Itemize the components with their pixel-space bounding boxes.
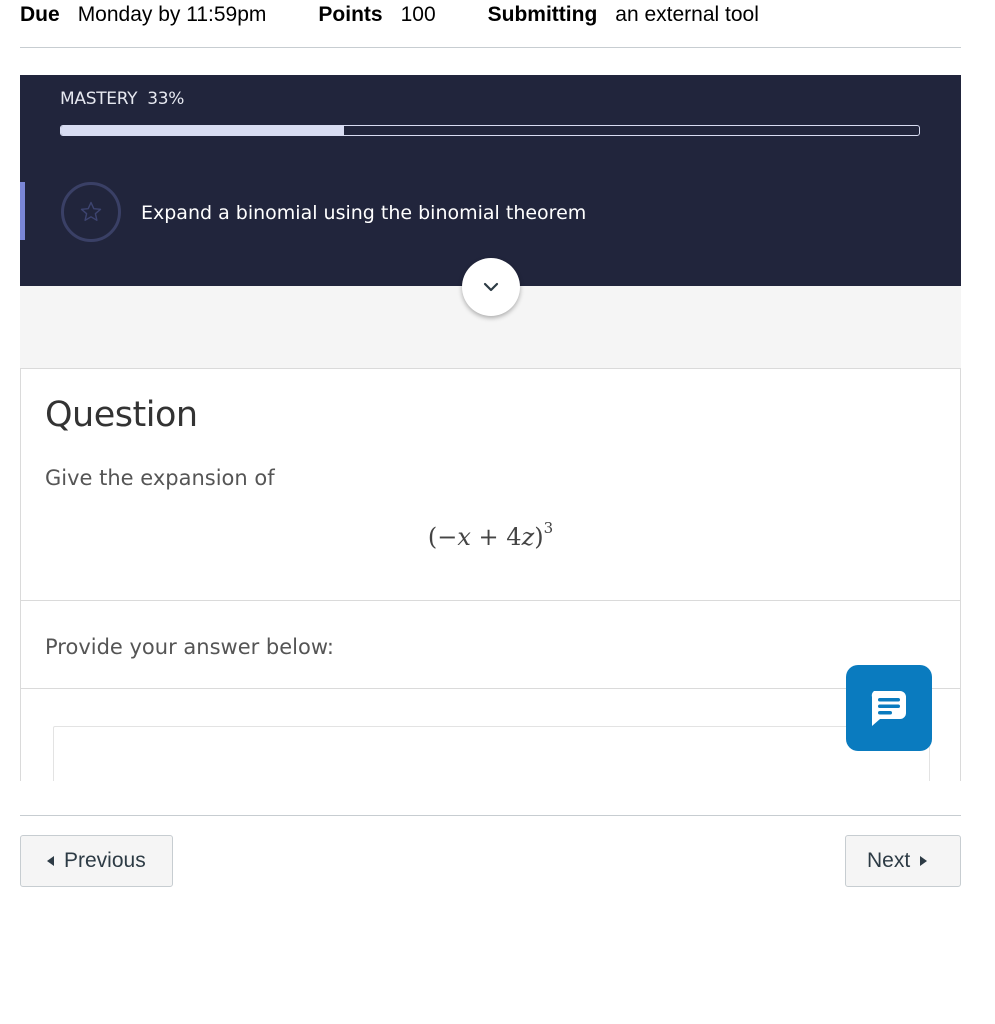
expr-open-paren: ( [427, 523, 438, 551]
expr-close-paren: ) [534, 523, 544, 551]
points-label: Points [318, 3, 383, 26]
answer-input[interactable] [53, 726, 930, 781]
answer-label: Provide your answer below: [45, 635, 334, 659]
active-objective-marker [20, 182, 25, 240]
submitting-value: an external tool [615, 3, 759, 26]
previous-label: Previous [64, 849, 146, 872]
next-button[interactable]: Next [845, 835, 961, 887]
question-card: Question Give the expansion of (−x + 4z)… [20, 368, 961, 781]
due-label: Due [20, 3, 60, 26]
mastery-progress-fill [61, 126, 345, 135]
expr-coefficient: 4 [506, 523, 522, 551]
points-value: 100 [400, 3, 436, 26]
question-heading: Question [45, 395, 198, 435]
expr-plus: + [478, 523, 499, 551]
next-label: Next [867, 849, 911, 872]
meta-divider [20, 47, 961, 48]
mastery-title: MASTERY 33% [60, 89, 194, 109]
assignment-meta: Due Monday by 11:59pm Points 100 Submitt… [20, 0, 759, 30]
mastery-progress-bar [60, 125, 920, 136]
star-icon [61, 182, 121, 242]
expr-var-z: z [521, 523, 535, 551]
objective-text[interactable]: Expand a binomial using the binomial the… [141, 202, 586, 224]
chat-button[interactable] [846, 665, 932, 751]
expr-exponent: 3 [543, 519, 554, 537]
expr-minus: − [437, 523, 458, 551]
question-expression: (−x + 4z)3 [21, 519, 960, 551]
chat-bubble-icon [871, 691, 906, 726]
mastery-panel: MASTERY 33% Expand a binomial using the b… [20, 75, 961, 286]
submitting-label: Submitting [487, 3, 598, 26]
mastery-label: MASTERY [60, 89, 138, 109]
question-prompt: Give the expansion of [45, 466, 275, 490]
previous-button[interactable]: Previous [20, 835, 173, 887]
assignment-page: Due Monday by 11:59pm Points 100 Submitt… [0, 0, 995, 1024]
caret-right-icon [920, 856, 928, 866]
expand-mastery-button[interactable] [462, 258, 520, 316]
caret-left-icon [47, 856, 54, 866]
footer-divider [20, 815, 961, 816]
chevron-down-icon [483, 282, 499, 292]
due-value: Monday by 11:59pm [77, 3, 267, 26]
expr-var-x: x [457, 523, 471, 551]
question-divider [21, 600, 960, 601]
mastery-percent: 33% [147, 89, 185, 109]
answer-divider [21, 688, 960, 689]
